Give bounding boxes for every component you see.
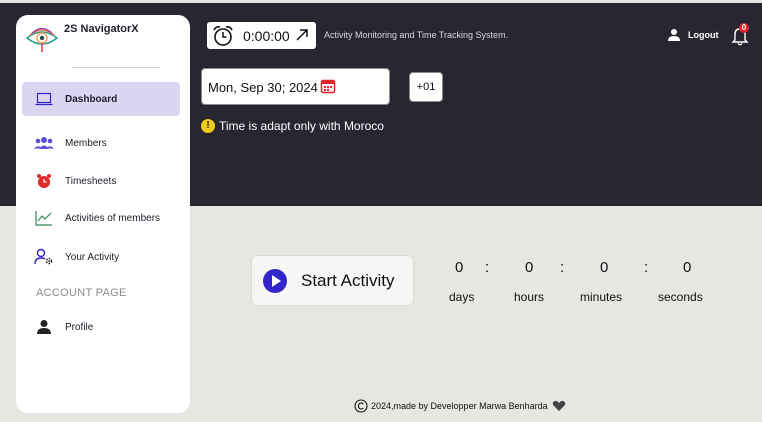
line-chart-icon	[34, 209, 54, 227]
footer-text: 2024,made by Developper Marwa Benharda	[371, 401, 548, 411]
countdown-minutes-value: 0	[600, 259, 609, 276]
sidebar-item-label: Timesheets	[65, 175, 117, 187]
countdown-days-value: 0	[455, 259, 464, 276]
page-title: Activity Monitoring and Time Tracking Sy…	[324, 30, 509, 40]
countdown-seconds-label: seconds	[658, 290, 703, 304]
heart-icon	[552, 400, 566, 411]
countdown-separator: :	[644, 259, 649, 276]
sidebar-item-label: Members	[65, 137, 107, 149]
timer-value: 0:00:00	[243, 28, 290, 44]
laptop-icon	[34, 90, 54, 108]
footer	[354, 398, 368, 414]
date-field[interactable]: Mon, Sep 30; 2024	[201, 68, 390, 105]
notification-badge: 0	[739, 23, 749, 33]
sidebar-item-timesheets[interactable]: Timesheets	[22, 164, 180, 198]
person-icon	[34, 318, 54, 336]
brand-name: 2S NavigatorX	[64, 23, 139, 35]
countdown-minutes-label: minutes	[580, 290, 623, 304]
sidebar-item-label: Your Activity	[65, 251, 120, 263]
alarm-clock-icon	[213, 26, 233, 46]
sidebar-item-dashboard[interactable]: Dashboard	[22, 82, 180, 116]
countdown-seconds-value: 0	[683, 259, 692, 276]
start-activity-button[interactable]: Start Activity	[251, 255, 414, 306]
countdown-hours-value: 0	[525, 259, 534, 276]
person-icon	[668, 29, 680, 41]
countdown-separator: :	[560, 259, 565, 276]
brand-logo[interactable]	[24, 25, 60, 53]
timer-chip[interactable]: 0:00:00	[207, 22, 316, 49]
sidebar-item-label: Profile	[65, 321, 94, 333]
countdown-separator: :	[485, 259, 490, 276]
notice-message: !	[201, 119, 215, 133]
divider	[72, 67, 160, 68]
sidebar-item-label: Activities of members	[65, 212, 161, 224]
eye-logo-icon	[25, 27, 59, 52]
users-icon	[34, 134, 54, 152]
notice-text: Time is adapt only with Moroco	[219, 119, 384, 133]
logout-button[interactable]	[667, 26, 681, 44]
user-settings-icon	[34, 248, 54, 266]
calendar-icon[interactable]	[320, 78, 336, 94]
countdown-hours-label: hours	[514, 290, 545, 304]
timezone-button[interactable]: +01	[409, 72, 443, 102]
arrow-up-right-icon[interactable]	[295, 28, 309, 42]
sidebar-item-profile[interactable]: Profile	[22, 310, 180, 344]
start-activity-label: Start Activity	[301, 271, 395, 290]
alarm-clock-icon	[34, 172, 54, 190]
section-label: ACCOUNT PAGE	[36, 287, 127, 299]
sidebar: 2S NavigatorX Dashboard Members Timeshee…	[16, 15, 190, 413]
sidebar-item-activities-of-members[interactable]: Activities of members	[22, 201, 180, 235]
date-value: Mon, Sep 30; 2024	[208, 80, 318, 95]
play-icon	[263, 269, 287, 293]
sidebar-item-label: Dashboard	[65, 93, 118, 105]
copyright-icon	[354, 399, 368, 413]
warning-icon: !	[201, 119, 215, 133]
sidebar-item-your-activity[interactable]: Your Activity	[22, 240, 180, 274]
sidebar-item-members[interactable]: Members	[22, 126, 180, 160]
countdown-days-label: days	[449, 290, 475, 304]
logout-label[interactable]: Logout	[688, 30, 719, 40]
